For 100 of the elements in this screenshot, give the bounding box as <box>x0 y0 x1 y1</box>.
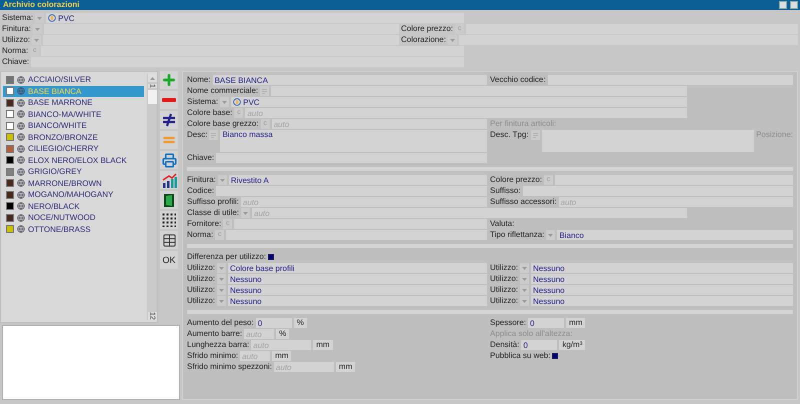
dropdown-button[interactable] <box>32 35 42 45</box>
note-icon <box>532 132 538 138</box>
item-name: NERO/BLACK <box>28 202 80 211</box>
scroll-up-button[interactable] <box>148 74 156 82</box>
checkbox[interactable] <box>552 353 558 359</box>
input-field[interactable]: Nessuno <box>228 285 487 295</box>
dropdown-button[interactable] <box>217 263 226 273</box>
globe-icon <box>17 76 25 84</box>
dot-grid-icon <box>162 213 176 227</box>
dropdown-button[interactable] <box>218 175 227 185</box>
input-field[interactable]: Nessuno <box>531 285 793 295</box>
field-label: Sistema: <box>187 97 218 107</box>
list-item[interactable]: GRIGIO/GREY <box>3 166 144 178</box>
dropdown-button[interactable] <box>520 263 530 273</box>
caret-icon <box>243 212 248 214</box>
toolbar-button[interactable] <box>160 111 178 129</box>
dropdown-button[interactable] <box>220 97 230 107</box>
list-item[interactable]: OTTONE/BRASS <box>3 224 144 235</box>
ok-button[interactable]: OK <box>160 251 178 269</box>
item-name: MOGANO/MAHOGANY <box>28 190 114 200</box>
dropdown-button[interactable] <box>32 24 42 34</box>
list-item[interactable]: CILIEGIO/CHERRY <box>3 143 144 154</box>
table-icon <box>162 232 176 248</box>
memo-button[interactable] <box>260 86 270 96</box>
input-field[interactable]: Nessuno <box>531 296 793 306</box>
caret-icon <box>222 100 228 104</box>
dropdown-button[interactable] <box>520 285 530 295</box>
memo-button[interactable] <box>209 130 218 140</box>
dropdown-button[interactable] <box>217 296 226 306</box>
field-label: Aumento barre: <box>187 329 242 339</box>
globe-icon <box>17 122 25 130</box>
field-label: Utilizzo: <box>490 285 518 295</box>
list-item[interactable]: MARRONE/BROWN <box>3 178 144 189</box>
list-item[interactable]: MOGANO/MAHOGANY <box>3 189 144 200</box>
input-field[interactable]: 0 <box>521 340 558 350</box>
field-label: Aumento del peso: <box>187 318 254 328</box>
list-item[interactable]: NERO/BLACK <box>3 200 144 212</box>
memo-button[interactable] <box>530 130 540 140</box>
field-label: Suffisso accessori: <box>490 197 557 207</box>
input-field[interactable]: BASE BIANCA <box>212 75 487 85</box>
toolbar-button[interactable] <box>160 191 178 209</box>
dropdown-button[interactable] <box>546 230 556 240</box>
toolbar-button[interactable] <box>160 171 178 189</box>
toolbar-button[interactable] <box>160 211 178 229</box>
toolbar-button[interactable] <box>160 231 178 249</box>
text-area[interactable]: Bianco massa <box>220 130 487 152</box>
field-label: Suffisso profili: <box>187 197 239 207</box>
field-label: Colore prezzo: <box>401 24 454 34</box>
globe-icon <box>17 190 25 199</box>
unit-label: mm <box>566 318 586 328</box>
caret-icon <box>548 234 554 236</box>
scroll-thumb[interactable] <box>148 90 156 104</box>
field-label: Colore base: <box>187 108 232 118</box>
dropdown-button[interactable] <box>241 208 250 218</box>
field-label: Colorazione: <box>401 35 446 45</box>
item-name: OTTONE/BRASS <box>28 224 91 234</box>
caret-icon <box>522 278 528 280</box>
input-field[interactable]: 0 <box>528 318 564 328</box>
input-field[interactable]: 0 <box>256 318 292 328</box>
list-item[interactable]: ACCIAIO/SILVER <box>3 74 144 86</box>
window-title: Archivio colorazioni <box>3 0 80 10</box>
field-label: Desc: <box>187 130 208 140</box>
field-label: Norma: <box>2 46 28 56</box>
dropdown-button[interactable] <box>217 285 226 295</box>
input-field[interactable]: Nessuno <box>228 274 487 284</box>
dropdown-button[interactable] <box>217 274 226 284</box>
checkbox[interactable] <box>268 254 274 260</box>
field-label: Densità: <box>490 340 520 350</box>
list-item[interactable]: BASE MARRONE <box>3 97 144 108</box>
caret-icon <box>219 300 224 302</box>
globe-icon <box>17 214 25 222</box>
item-name: GRIGIO/GREY <box>28 167 82 176</box>
list-item[interactable]: ELOX NERO/ELOX BLACK <box>3 154 144 166</box>
item-name: BASE BIANCA <box>28 86 82 96</box>
dropdown-button[interactable] <box>520 296 530 306</box>
list-item[interactable]: BIANCO-MA/WHITE <box>3 108 144 120</box>
dropdown-button[interactable] <box>35 13 44 23</box>
input-field[interactable]: Rivestito A <box>228 175 487 185</box>
unit-label: mm <box>313 340 333 350</box>
caret-icon <box>37 16 42 20</box>
field-label: Fornitore: <box>187 219 222 229</box>
list-item[interactable]: NOCE/NUTWOOD <box>3 212 144 224</box>
field-label: Utilizzo: <box>2 35 30 45</box>
input-field[interactable]: Nessuno <box>531 274 793 284</box>
note-icon <box>262 88 268 94</box>
input-field[interactable]: Nessuno <box>531 263 793 273</box>
unit-label: mm <box>272 351 292 361</box>
input-field[interactable]: Colore base profili <box>228 263 487 273</box>
field-label: Chiave: <box>2 57 30 67</box>
dropdown-button[interactable] <box>520 274 530 284</box>
dropdown-button[interactable] <box>448 35 457 45</box>
caret-icon <box>522 300 528 302</box>
input-field[interactable]: Nessuno <box>228 296 487 306</box>
unit-label: mm <box>336 362 356 372</box>
caret-icon <box>34 28 40 30</box>
input-field[interactable]: Bianco <box>557 230 793 240</box>
field-label: Colore prezzo: <box>490 175 542 185</box>
list-item[interactable]: BIANCO/WHITE <box>3 120 144 132</box>
list-item[interactable]: BRONZO/BRONZE <box>3 132 144 143</box>
caret-icon <box>219 288 224 292</box>
